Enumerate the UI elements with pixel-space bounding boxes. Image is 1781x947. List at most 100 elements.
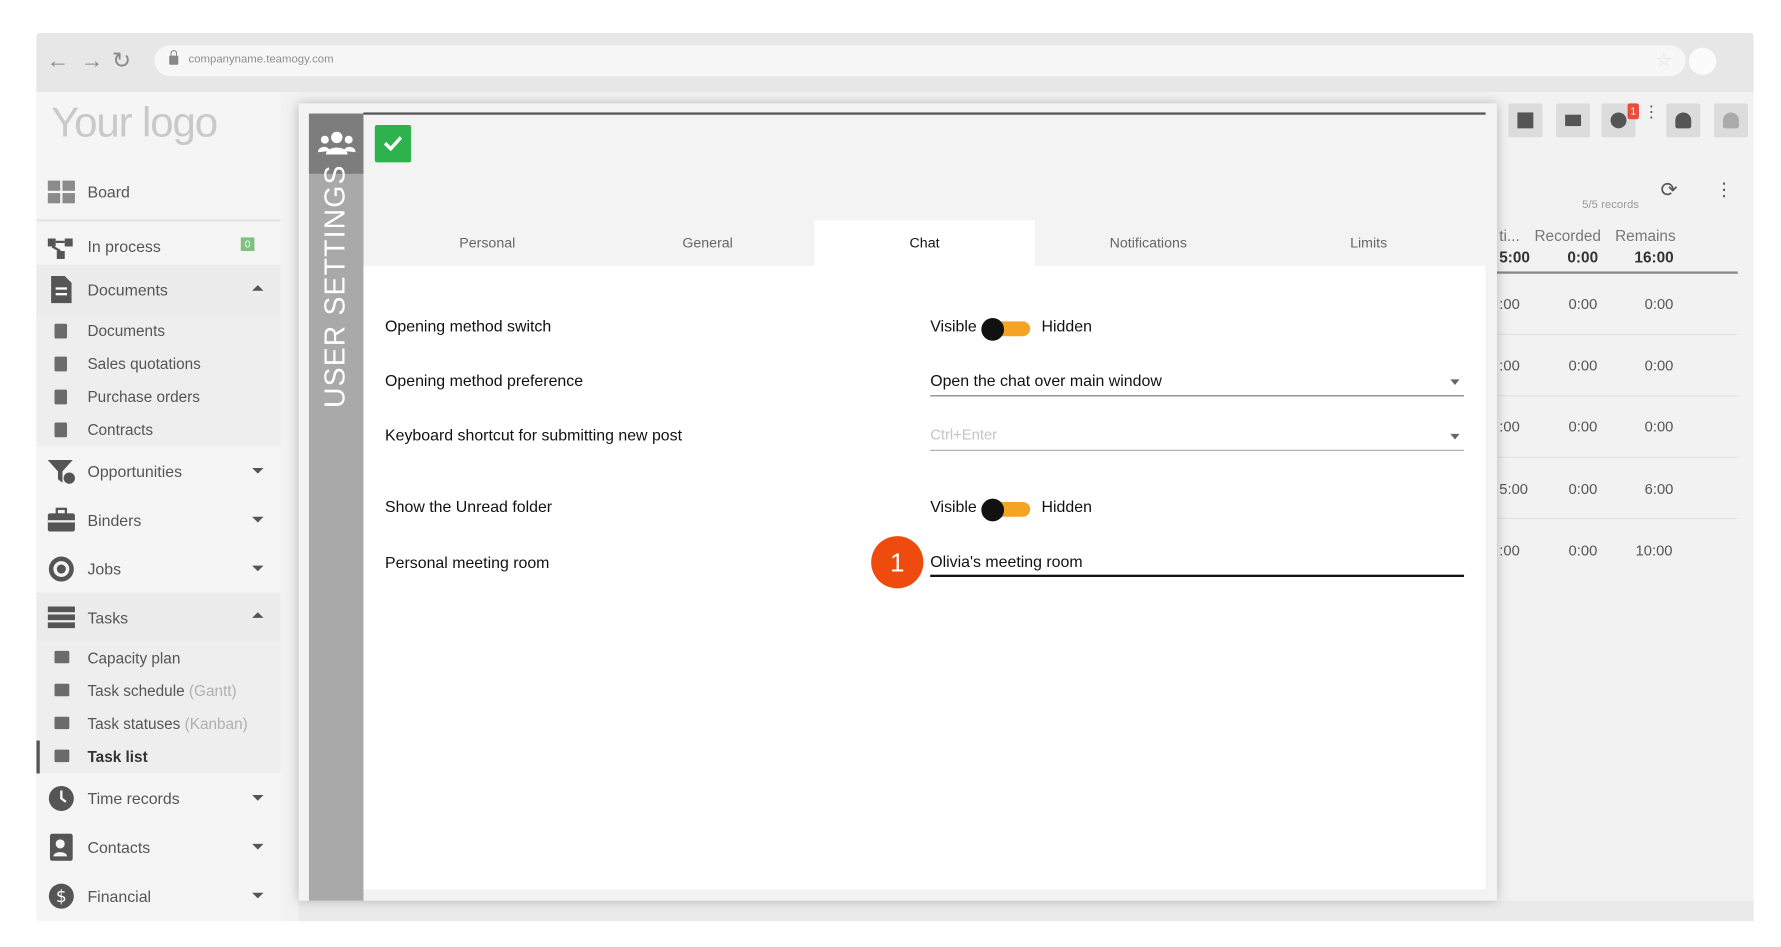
sidebar-item-in-process[interactable]: In process 0 [36, 219, 281, 264]
sidebar-item-label: Documents [87, 280, 168, 299]
opening-preference-select[interactable]: Open the chat over main window [930, 371, 1465, 397]
browser-toolbar: ← → ↻ companyname.teamogy.com ☆ [36, 32, 1754, 92]
sidebar-item-label: Contacts [87, 838, 151, 857]
sidebar-subitem-purchase-orders[interactable]: Purchase orders [36, 380, 281, 414]
sidebar-item-label: Opportunities [87, 462, 183, 481]
header-divider [1496, 271, 1738, 274]
column-header[interactable]: Remains [1615, 227, 1676, 244]
sidebar-item-label: Documents [87, 322, 166, 340]
sidebar-item-jobs[interactable]: Jobs [36, 544, 280, 593]
sidebar-item-label: Tasks [87, 608, 129, 627]
reload-icon[interactable]: ↻ [107, 47, 137, 77]
modal-side-rail: USER SETTINGS [308, 113, 364, 901]
settings-tabs: Personal General Chat Notifications Limi… [363, 220, 1485, 266]
tab-notifications[interactable]: Notifications [1038, 220, 1258, 265]
list-icon [54, 749, 70, 763]
sidebar-nav: Board In process 0 Documents Documents S… [36, 162, 281, 920]
tab-limits[interactable]: Limits [1258, 220, 1478, 265]
shortcut-select[interactable]: Ctrl+Enter [930, 425, 1465, 451]
workflow-icon [47, 238, 73, 259]
toggle-knob[interactable] [981, 498, 1005, 522]
sidebar-item-label: Time records [87, 789, 180, 808]
tab-general[interactable]: General [597, 220, 817, 265]
notifications-button[interactable] [1666, 103, 1701, 138]
chevron-down-icon[interactable] [252, 516, 264, 523]
list-icon [54, 650, 70, 664]
sidebar-subitem-contracts[interactable]: Contracts [36, 413, 281, 447]
sidebar-item-label: Binders [87, 511, 142, 530]
sidebar-item-label: Task list [87, 748, 148, 766]
sidebar-item-opportunities[interactable]: Opportunities [36, 446, 280, 495]
table-cell: 0:00 [1568, 541, 1598, 559]
browser-profile-icon[interactable] [1688, 47, 1717, 75]
sidebar-subitem-documents[interactable]: Documents [36, 314, 281, 348]
more-vertical-icon[interactable]: ⋮ [1715, 178, 1733, 201]
sidebar-item-tasks[interactable]: Tasks [36, 592, 281, 642]
chevron-down-icon[interactable] [252, 892, 264, 899]
bookmark-star-icon[interactable]: ☆ [1656, 49, 1672, 72]
sidebar-subitem-capacity-plan[interactable]: Capacity plan [36, 641, 281, 675]
opening-preference-label: Opening method preference [385, 371, 584, 390]
input-value: Olivia's meeting room [930, 551, 1083, 571]
toggle-knob[interactable] [981, 318, 1005, 341]
select-placeholder: Ctrl+Enter [930, 425, 998, 443]
total-cell: 16:00 [1634, 248, 1674, 266]
sidebar-item-board[interactable]: Board [36, 162, 280, 207]
inbox-icon [1517, 112, 1534, 129]
bottom-strip [298, 900, 1754, 922]
user-avatar-button[interactable] [1713, 103, 1748, 138]
records-count: 5/5 records [1582, 198, 1639, 212]
column-header[interactable]: Recorded [1534, 227, 1600, 244]
sidebar-item-label: Financial [87, 887, 152, 906]
refresh-icon[interactable]: ⟳ [1661, 178, 1678, 202]
chevron-down-icon[interactable] [252, 565, 264, 572]
chevron-up-icon[interactable] [252, 285, 264, 291]
sidebar-subitem-task-list[interactable]: Task list [36, 740, 281, 774]
table-cell: :00 [1499, 295, 1520, 313]
sidebar-subitem-task-statuses[interactable]: Task statuses (Kanban) [36, 707, 281, 741]
column-header[interactable]: ti... [1499, 227, 1519, 244]
bell-icon [1675, 112, 1692, 129]
table-cell: 10:00 [1635, 541, 1673, 559]
save-button[interactable] [374, 124, 412, 163]
chevron-down-icon[interactable] [252, 467, 264, 474]
sidebar-item-label: Sales quotations [87, 355, 201, 373]
video-button[interactable] [1556, 103, 1591, 138]
inbox-button[interactable] [1508, 103, 1543, 138]
forward-icon[interactable]: → [77, 47, 107, 77]
document-icon [54, 389, 68, 405]
total-cell: 0:00 [1567, 248, 1599, 266]
table-cell: 6:00 [1644, 480, 1674, 498]
time-records-panel [1496, 160, 1754, 592]
row-divider [1496, 517, 1738, 520]
sidebar-item-time-records[interactable]: Time records [36, 773, 280, 822]
sidebar-subitem-sales-quotations[interactable]: Sales quotations [36, 347, 281, 381]
back-icon[interactable]: ← [43, 47, 73, 77]
tasks-icon [47, 606, 75, 629]
sidebar-subitem-task-schedule[interactable]: Task schedule (Gantt) [36, 674, 281, 708]
meeting-room-input[interactable]: Olivia's meeting room [930, 551, 1465, 577]
sidebar: Your logo Board In process 0 Documents D… [36, 91, 281, 922]
chevron-down-icon [1450, 379, 1460, 386]
table-cell: :00 [1499, 356, 1520, 374]
sidebar-item-label: Task schedule [87, 682, 185, 700]
chevron-down-icon[interactable] [252, 795, 264, 801]
address-bar[interactable]: companyname.teamogy.com ☆ [154, 45, 1686, 77]
screenshot: ← → ↻ companyname.teamogy.com ☆ Your log… [0, 0, 1781, 947]
sidebar-item-label: Board [87, 182, 130, 202]
tab-chat[interactable]: Chat [814, 220, 1035, 266]
sidebar-item-financial[interactable]: $ Financial [36, 871, 280, 920]
sidebar-item-contacts[interactable]: Contacts [36, 822, 280, 871]
meeting-room-label: Personal meeting room [385, 553, 550, 572]
sidebar-item-hint: (Gantt) [188, 682, 237, 700]
document-icon [51, 275, 72, 304]
sidebar-item-binders[interactable]: Binders [36, 495, 280, 544]
sidebar-item-label: Task statuses [87, 715, 181, 733]
chevron-up-icon[interactable] [252, 612, 264, 618]
more-vertical-icon[interactable]: ⋮ [1644, 103, 1660, 131]
video-icon [1565, 114, 1582, 127]
tab-personal[interactable]: Personal [377, 220, 597, 265]
avatar-icon [1723, 112, 1739, 129]
sidebar-item-documents[interactable]: Documents [36, 264, 281, 315]
chevron-down-icon[interactable] [252, 843, 264, 850]
